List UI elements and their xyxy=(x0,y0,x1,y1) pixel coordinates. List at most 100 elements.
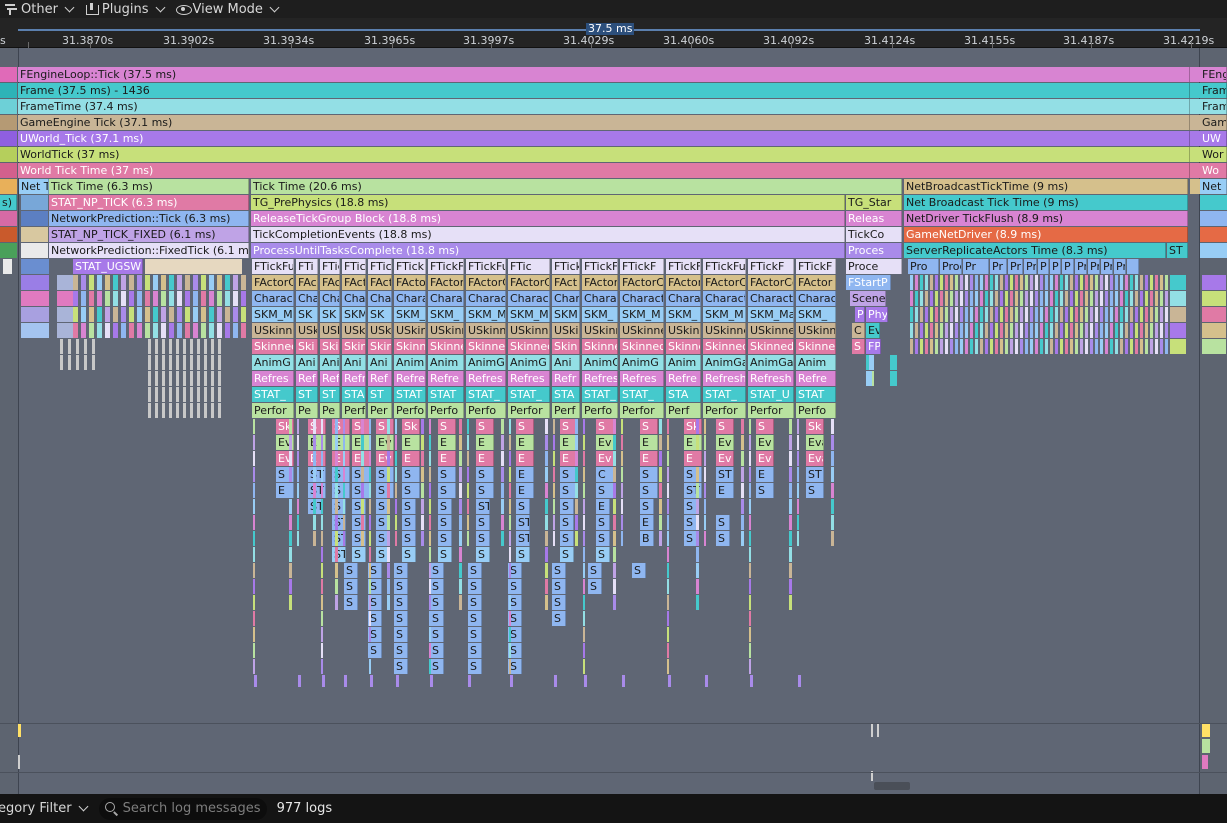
timing-event[interactable]: STAT_NP_TICK_FIXED (6.1 ms) xyxy=(49,227,249,242)
timing-event-block[interactable] xyxy=(1070,339,1073,354)
timing-event[interactable]: Charac xyxy=(582,291,618,306)
timing-event-block[interactable] xyxy=(421,451,424,466)
timing-event-block[interactable] xyxy=(395,467,397,482)
timing-event-block[interactable] xyxy=(204,371,207,386)
timing-event[interactable]: E xyxy=(516,467,534,482)
timing-event-block[interactable] xyxy=(467,483,469,498)
timing-event-block[interactable] xyxy=(197,387,200,402)
timing-event-block[interactable] xyxy=(575,499,578,514)
timing-event[interactable]: FTickFu xyxy=(428,259,464,274)
timing-event-block[interactable] xyxy=(1202,739,1210,753)
timing-event-block[interactable] xyxy=(1075,275,1078,290)
timing-event-block[interactable] xyxy=(930,291,933,306)
timing-event-block[interactable] xyxy=(955,339,958,354)
timing-event-block[interactable] xyxy=(583,627,585,642)
timing-event[interactable]: S xyxy=(430,659,444,674)
timing-event-block[interactable] xyxy=(1202,291,1226,306)
timing-event[interactable]: USkinne xyxy=(466,323,506,338)
timing-event-block[interactable] xyxy=(1055,323,1058,338)
timing-event-block[interactable] xyxy=(1100,339,1103,354)
timing-event-block[interactable] xyxy=(1085,275,1088,290)
track-scrollbar[interactable] xyxy=(874,782,910,790)
timing-event[interactable]: E xyxy=(516,435,534,450)
timing-event[interactable]: Refres xyxy=(252,371,294,386)
timing-event-block[interactable] xyxy=(704,499,706,514)
timing-event[interactable]: Refres xyxy=(466,371,506,386)
timing-event-block[interactable] xyxy=(429,451,431,466)
timing-event-block[interactable] xyxy=(113,323,118,338)
timing-event-block[interactable] xyxy=(211,339,214,354)
timing-event[interactable]: E xyxy=(402,435,420,450)
timing-event-block[interactable] xyxy=(396,675,399,687)
timing-event-block[interactable] xyxy=(0,115,17,130)
timing-event-block[interactable] xyxy=(621,467,623,482)
timing-event-block[interactable] xyxy=(1040,323,1043,338)
timing-event-block[interactable] xyxy=(321,499,323,514)
timing-event-block[interactable] xyxy=(545,563,548,578)
timing-event[interactable]: S xyxy=(430,563,444,578)
timing-event-block[interactable] xyxy=(545,547,548,562)
timing-event-block[interactable] xyxy=(1005,307,1008,322)
timing-event-block[interactable] xyxy=(421,515,424,530)
timing-event-block[interactable] xyxy=(153,307,158,322)
timing-event-block[interactable] xyxy=(1155,307,1158,322)
timing-event[interactable]: USkinn xyxy=(796,323,836,338)
timing-event-block[interactable] xyxy=(749,547,751,562)
timing-event[interactable]: S xyxy=(394,627,408,642)
timing-event-block[interactable] xyxy=(575,483,578,498)
timing-event[interactable]: NetworkPrediction::FixedTick (6.1 ms) xyxy=(49,243,249,258)
timing-event[interactable]: Perfo xyxy=(394,403,426,418)
timing-event[interactable]: Ev xyxy=(596,435,614,450)
timing-event-block[interactable] xyxy=(218,355,221,370)
timing-event-block[interactable] xyxy=(335,515,338,530)
timing-event-block[interactable] xyxy=(1160,275,1163,290)
timing-event-block[interactable] xyxy=(297,435,299,450)
timing-event[interactable]: S xyxy=(476,547,490,562)
timing-event-block[interactable] xyxy=(970,323,973,338)
timing-event[interactable]: Pr xyxy=(1114,259,1126,274)
timing-event[interactable]: SKM_Ma xyxy=(748,307,794,322)
timing-event-block[interactable] xyxy=(421,531,424,546)
timing-event-block[interactable] xyxy=(910,339,913,354)
timing-event-block[interactable] xyxy=(545,435,548,450)
timing-event-block[interactable] xyxy=(21,323,49,338)
timing-event-block[interactable] xyxy=(218,339,221,354)
timing-event-block[interactable] xyxy=(915,323,918,338)
timing-event-block[interactable] xyxy=(1085,291,1088,306)
timing-event-block[interactable] xyxy=(741,499,744,514)
timing-event-block[interactable] xyxy=(217,323,222,338)
timing-event[interactable]: USk xyxy=(320,323,340,338)
timing-event[interactable]: E xyxy=(438,435,456,450)
timing-event-block[interactable] xyxy=(789,515,792,530)
timing-event-block[interactable] xyxy=(990,339,993,354)
timing-event[interactable]: Proces xyxy=(846,243,902,258)
timing-event-block[interactable] xyxy=(343,483,345,498)
timing-event-block[interactable] xyxy=(621,499,623,514)
timing-event-block[interactable] xyxy=(509,531,511,546)
timing-event[interactable]: Proc xyxy=(940,259,962,274)
timing-event-block[interactable] xyxy=(583,515,585,530)
timing-event[interactable]: FActor xyxy=(796,275,836,290)
timing-event[interactable]: GameEngine Tick (37.1 ms) xyxy=(18,115,1190,130)
timing-event[interactable]: Charact xyxy=(466,291,506,306)
timing-event-block[interactable] xyxy=(509,499,511,514)
timing-event-block[interactable] xyxy=(1155,291,1158,306)
timing-event-block[interactable] xyxy=(920,275,923,290)
timing-event-block[interactable] xyxy=(1000,307,1003,322)
timing-event-block[interactable] xyxy=(241,275,246,290)
timing-event-block[interactable] xyxy=(749,563,751,578)
timing-event-block[interactable] xyxy=(176,371,179,386)
timing-event-block[interactable] xyxy=(321,451,323,466)
timing-event-block[interactable] xyxy=(990,275,993,290)
timing-event[interactable]: Pe xyxy=(296,403,318,418)
other-menu[interactable]: Other xyxy=(0,0,79,18)
timing-event[interactable]: S xyxy=(756,483,774,498)
timing-event[interactable]: SKM_M xyxy=(252,307,294,322)
timing-event[interactable]: E xyxy=(516,483,534,498)
timing-event-block[interactable] xyxy=(1040,291,1043,306)
timing-event-block[interactable] xyxy=(704,515,706,530)
timing-event-block[interactable] xyxy=(183,355,186,370)
timing-event-block[interactable] xyxy=(621,419,623,434)
timing-event-block[interactable] xyxy=(387,595,390,610)
timing-event-block[interactable] xyxy=(970,275,973,290)
